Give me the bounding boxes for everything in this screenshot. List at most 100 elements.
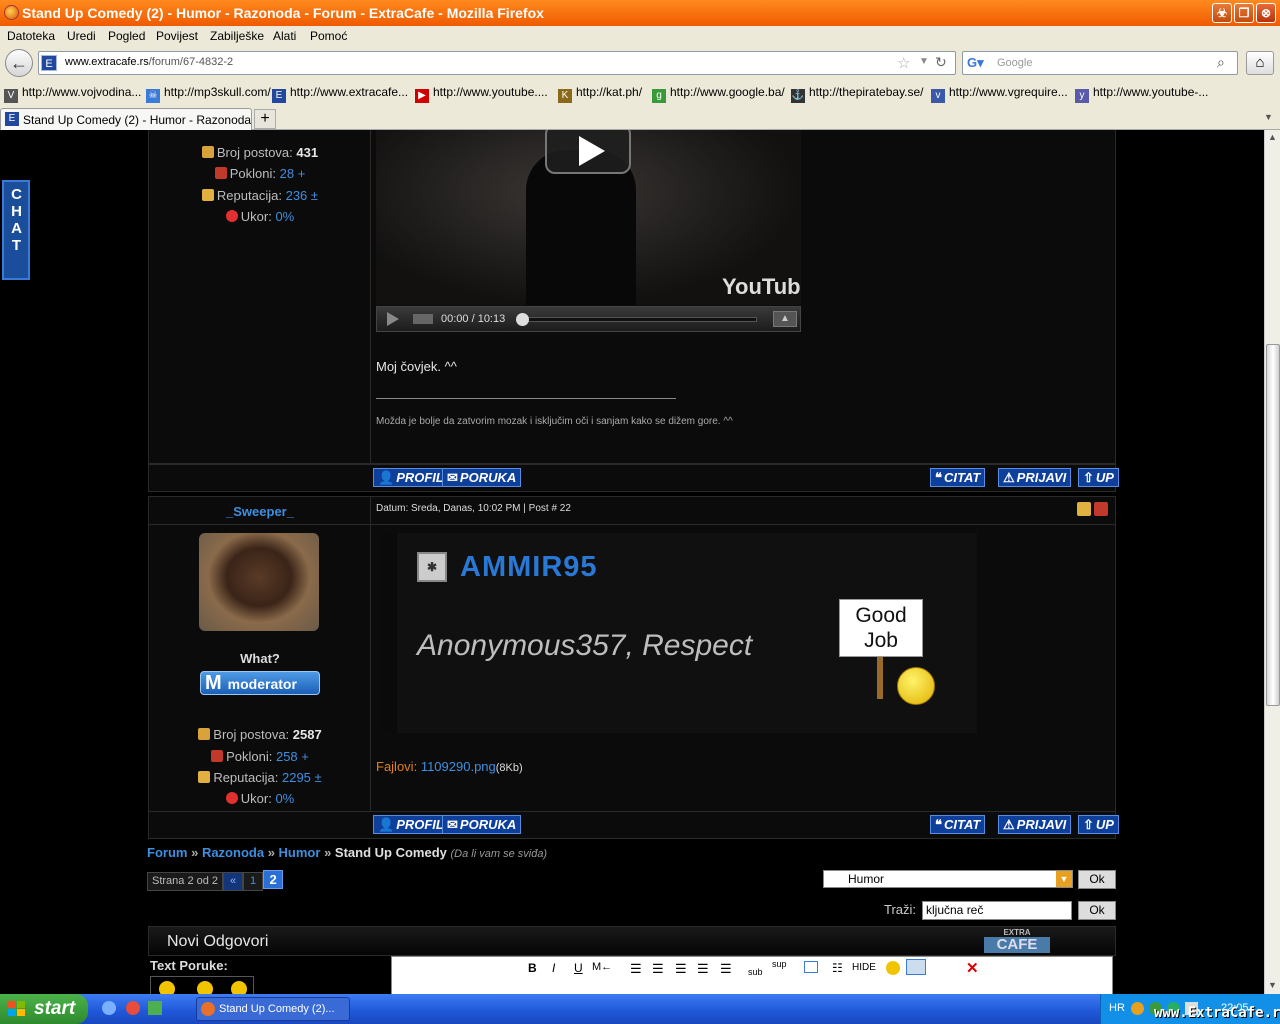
indent-icon[interactable]: ☰ bbox=[720, 961, 732, 977]
citat-button[interactable]: ❝ CITAT bbox=[930, 815, 986, 834]
dropdown-arrow-icon[interactable]: ▼ bbox=[1056, 871, 1072, 887]
scroll-up-arrow-icon[interactable]: ▲ bbox=[1268, 132, 1277, 142]
vertical-scrollbar[interactable]: ▲ ▼ bbox=[1264, 130, 1280, 994]
site-identity-icon[interactable]: E bbox=[41, 55, 57, 71]
jump-ok-button[interactable]: Ok bbox=[1078, 870, 1116, 889]
video-scrubber[interactable] bbox=[516, 313, 529, 326]
prijavi-button[interactable]: ⚠ PRIJAVI bbox=[998, 468, 1072, 487]
menu-help[interactable]: Pomoć bbox=[310, 29, 347, 43]
profil-button[interactable]: 👤 PROFIL bbox=[373, 468, 449, 487]
restore-button[interactable]: ❐ bbox=[1234, 3, 1254, 23]
new-tab-button[interactable]: + bbox=[254, 109, 276, 129]
bookmark-youtube-mp3[interactable]: y http://www.youtube-... bbox=[1075, 85, 1208, 103]
bookmark-mp3skull[interactable]: ☠ http://mp3skull.com/ bbox=[146, 85, 271, 103]
smiley-icon[interactable] bbox=[159, 981, 175, 994]
add-gift-link[interactable]: + bbox=[301, 749, 309, 764]
smiley-icon[interactable] bbox=[197, 981, 213, 994]
prijavi-button[interactable]: ⚠ PRIJAVI bbox=[998, 815, 1072, 834]
bookmark-thepiratebay[interactable]: ⚓ http://thepiratebay.se/ bbox=[791, 85, 924, 103]
align-right-icon[interactable]: ☰ bbox=[675, 961, 687, 977]
bookmark-google[interactable]: g http://www.google.ba/ bbox=[652, 85, 785, 103]
marquee-button[interactable]: M← bbox=[592, 961, 612, 973]
search-ok-button[interactable]: Ok bbox=[1078, 901, 1116, 920]
search-input[interactable]: Google bbox=[997, 57, 1032, 69]
keyboard-icon[interactable] bbox=[906, 959, 926, 975]
attachment-link[interactable]: 1109290.png bbox=[421, 759, 496, 774]
close-window-button[interactable]: ⊗ bbox=[1256, 3, 1276, 23]
menu-file[interactable]: Datoteka bbox=[7, 29, 55, 43]
excel-quicklaunch-icon[interactable] bbox=[148, 1001, 162, 1015]
menu-bookmarks[interactable]: Zabilješke bbox=[210, 29, 264, 43]
bookmark-star-icon[interactable]: ☆ bbox=[897, 54, 910, 72]
search-box[interactable]: G▾ Google ⌕ bbox=[962, 51, 1238, 75]
up-button[interactable]: ⇧ UP bbox=[1078, 468, 1119, 487]
google-search-engine-icon[interactable]: G▾ bbox=[967, 55, 984, 71]
justify-icon[interactable]: ☰ bbox=[697, 961, 709, 977]
forum-search-input[interactable]: ključna reč bbox=[922, 901, 1072, 920]
bookmark-kat[interactable]: Khttp://kat.ph/ bbox=[558, 85, 642, 103]
poruka-button[interactable]: ✉ PORUKA bbox=[442, 815, 522, 834]
taskbar-firefox-item[interactable]: Stand Up Comedy (2)... bbox=[196, 997, 350, 1021]
poruka-button[interactable]: ✉ PORUKA bbox=[442, 468, 522, 487]
bookmark-vojvodina[interactable]: Vhttp://www.vojvodina... bbox=[4, 85, 141, 103]
reputation-change-link[interactable]: ± bbox=[311, 188, 318, 203]
tab-stand-up-comedy[interactable]: E Stand Up Comedy (2) - Humor - Razonoda… bbox=[0, 108, 272, 130]
menu-view[interactable]: Pogled bbox=[108, 29, 145, 43]
volume-icon[interactable] bbox=[413, 314, 433, 324]
ie-quicklaunch-icon[interactable] bbox=[102, 1001, 116, 1015]
menu-edit[interactable]: Uredi bbox=[67, 29, 96, 43]
start-button[interactable]: start bbox=[0, 994, 88, 1024]
pagination-page-2[interactable]: 2 bbox=[263, 870, 284, 889]
chat-side-tab[interactable]: CHAT bbox=[2, 180, 30, 280]
scroll-down-arrow-icon[interactable]: ▼ bbox=[1268, 980, 1277, 990]
thumb-down-vote-icon[interactable] bbox=[1094, 502, 1108, 516]
align-center-icon[interactable]: ☰ bbox=[652, 961, 664, 977]
video-progress-bar[interactable] bbox=[523, 317, 757, 322]
up-button[interactable]: ⇧ UP bbox=[1078, 815, 1119, 834]
align-left-icon[interactable]: ☰ bbox=[630, 961, 642, 977]
remove-format-icon[interactable]: ✕ bbox=[966, 959, 979, 977]
youtube-logo[interactable]: YouTube bbox=[722, 274, 801, 300]
smiley-icon[interactable] bbox=[231, 981, 247, 994]
underline-button[interactable]: U bbox=[574, 961, 583, 975]
language-indicator[interactable]: HR bbox=[1109, 1002, 1125, 1014]
add-gift-link[interactable]: + bbox=[298, 166, 306, 181]
bookmark-vgrequire[interactable]: v http://www.vgrequire... bbox=[931, 85, 1068, 103]
pagination-prev[interactable]: « bbox=[223, 872, 244, 891]
tray-app-icon[interactable] bbox=[1131, 1002, 1144, 1015]
superscript-button[interactable]: sup bbox=[772, 959, 787, 969]
citat-button[interactable]: ❝ CITAT bbox=[930, 468, 986, 487]
back-button[interactable]: ← bbox=[5, 49, 33, 77]
play-icon[interactable] bbox=[387, 312, 399, 326]
play-overlay-button[interactable] bbox=[545, 130, 631, 174]
bookmark-extracafe[interactable]: Ehttp://www.extracafe... bbox=[272, 85, 408, 103]
bold-button[interactable]: B bbox=[528, 961, 537, 975]
tab-list-arrow-icon[interactable]: ▼ bbox=[1264, 112, 1273, 122]
bookmark-youtube[interactable]: ▶ http://www.youtube.... bbox=[415, 85, 548, 103]
search-icon[interactable]: ⌕ bbox=[1217, 54, 1225, 71]
reload-icon[interactable]: ↻ bbox=[935, 54, 947, 71]
smiley-icon[interactable] bbox=[886, 961, 900, 975]
video-menu-button[interactable]: ▲ bbox=[773, 311, 797, 327]
chrome-quicklaunch-icon[interactable] bbox=[126, 1001, 140, 1015]
list-icon[interactable]: ☷ bbox=[832, 961, 843, 975]
url-bar[interactable]: E www.extracafe.rs/forum/67-4832-2 ☆ ▼ ↻ bbox=[38, 51, 956, 75]
menu-history[interactable]: Povijest bbox=[156, 29, 198, 43]
thumb-up-vote-icon[interactable] bbox=[1077, 502, 1091, 516]
breadcrumb-razonoda[interactable]: Razonoda bbox=[202, 845, 264, 860]
extension-icon[interactable]: ☣ bbox=[1212, 3, 1232, 23]
pagination-page-1[interactable]: 1 bbox=[243, 872, 264, 891]
reputation-change-link[interactable]: ± bbox=[315, 770, 322, 785]
post-author-name[interactable]: _Sweeper_ bbox=[149, 504, 371, 519]
profil-button[interactable]: 👤 PROFIL bbox=[373, 815, 449, 834]
table-icon[interactable] bbox=[804, 961, 818, 973]
history-dropdown-icon[interactable]: ▼ bbox=[919, 56, 929, 67]
scrollbar-thumb[interactable] bbox=[1266, 344, 1280, 706]
breadcrumb-forum[interactable]: Forum bbox=[147, 845, 187, 860]
subscript-button[interactable]: sub bbox=[748, 967, 763, 977]
home-button[interactable]: ⌂ bbox=[1246, 51, 1274, 75]
forum-jump-select[interactable]: Humor ▼ bbox=[823, 870, 1073, 888]
url-text[interactable]: www.extracafe.rs/forum/67-4832-2 bbox=[65, 56, 233, 68]
attached-image[interactable]: ✱ AMMIR95 Anonymous357, Respect Good Job bbox=[379, 533, 977, 733]
breadcrumb-humor[interactable]: Humor bbox=[279, 845, 321, 860]
